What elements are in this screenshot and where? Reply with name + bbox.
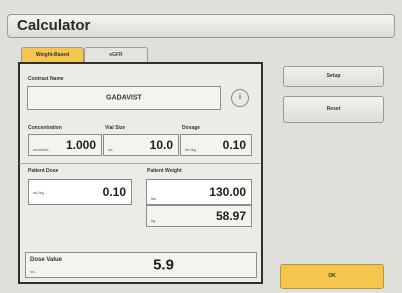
- patient-weight-kg-value: 58.97: [215, 209, 246, 223]
- patient-weight-kg-field[interactable]: kg 58.97: [146, 205, 252, 227]
- patient-dose-unit: mL/kg: [33, 190, 44, 195]
- vial-size-unit: mL: [108, 147, 114, 152]
- patient-weight-lbs-unit: lbs: [151, 196, 157, 201]
- dose-value-field: Dose Value mL 5.9: [25, 252, 257, 278]
- concentration-label: Concentration: [28, 125, 62, 131]
- dosage-value: 0.10: [222, 138, 246, 152]
- concentration-value: 1.000: [65, 138, 96, 152]
- patient-weight-kg-unit: kg: [151, 218, 156, 223]
- vial-size-field[interactable]: mL 10.0: [103, 134, 179, 156]
- contrast-name-label: Contrast Name: [28, 76, 64, 82]
- window-title-bar: Calculator: [7, 14, 395, 38]
- setup-button[interactable]: Setup: [283, 66, 384, 87]
- contrast-name-value: GADAVIST: [106, 94, 142, 102]
- concentration-unit: mmol/mL: [33, 147, 50, 152]
- info-icon[interactable]: i: [231, 89, 249, 107]
- patient-weight-label: Patient Weight: [147, 168, 182, 174]
- vial-size-label: Vial Size: [105, 125, 126, 131]
- patient-weight-lbs-field[interactable]: lbs 130.00: [146, 179, 252, 205]
- contrast-name-field[interactable]: GADAVIST: [27, 86, 221, 110]
- tab-egfr[interactable]: eGFR: [84, 47, 148, 63]
- vial-size-value: 10.0: [149, 138, 173, 152]
- dosage-field[interactable]: mL/kg 0.10: [180, 134, 252, 156]
- patient-dose-label: Patient Dose: [28, 168, 59, 174]
- concentration-field[interactable]: mmol/mL 1.000: [28, 134, 102, 156]
- patient-dose-field[interactable]: mL/kg 0.10: [28, 179, 132, 205]
- section-divider: [19, 163, 260, 164]
- reset-button-label: Reset: [326, 106, 341, 112]
- dose-value: 5.9: [153, 256, 174, 274]
- ok-button-label: OK: [328, 273, 336, 279]
- patient-dose-value: 0.10: [102, 185, 126, 199]
- dosage-unit: mL/kg: [185, 147, 196, 152]
- patient-weight-lbs-value: 130.00: [209, 185, 246, 199]
- ok-button[interactable]: OK: [280, 264, 384, 289]
- tab-weight-based[interactable]: Weight-Based: [21, 47, 84, 63]
- reset-button[interactable]: Reset: [283, 96, 384, 123]
- window-title: Calculator: [17, 17, 91, 34]
- setup-button-label: Setup: [326, 73, 341, 79]
- dosage-label: Dosage: [182, 125, 201, 131]
